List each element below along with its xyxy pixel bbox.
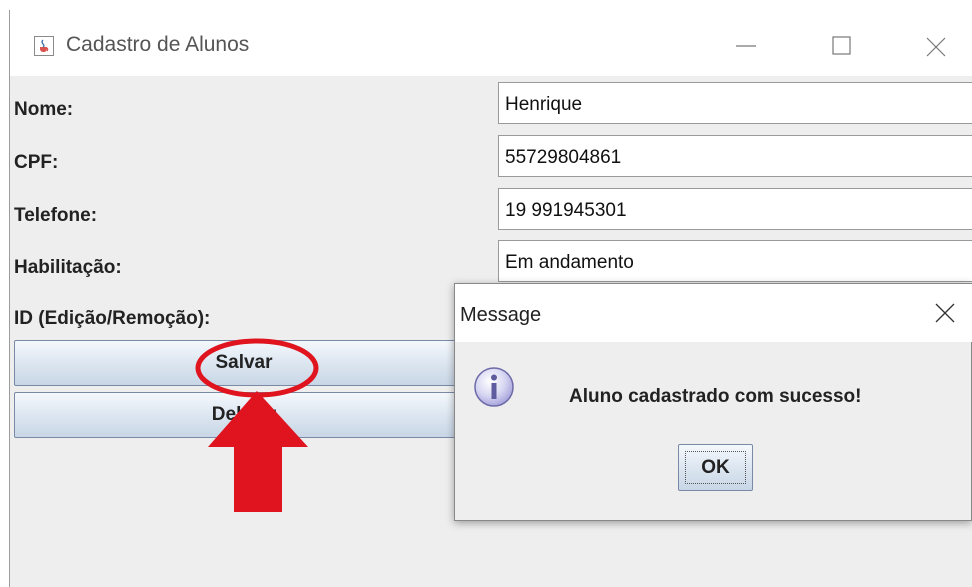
ok-label: OK	[701, 457, 730, 478]
ok-button[interactable]: OK	[678, 444, 753, 491]
close-icon	[935, 303, 955, 323]
dialog-title: Message	[460, 304, 542, 326]
info-icon	[473, 366, 515, 408]
dialog-close-button[interactable]	[925, 296, 965, 332]
red-arrow-icon	[208, 391, 308, 512]
highlight-circle	[195, 338, 319, 398]
dialog-title-bar: Message	[455, 284, 972, 342]
dialog-message: Aluno cadastrado com sucesso!	[569, 386, 862, 407]
message-dialog: Message Aluno cadastrado com sucesso! OK	[454, 283, 972, 521]
